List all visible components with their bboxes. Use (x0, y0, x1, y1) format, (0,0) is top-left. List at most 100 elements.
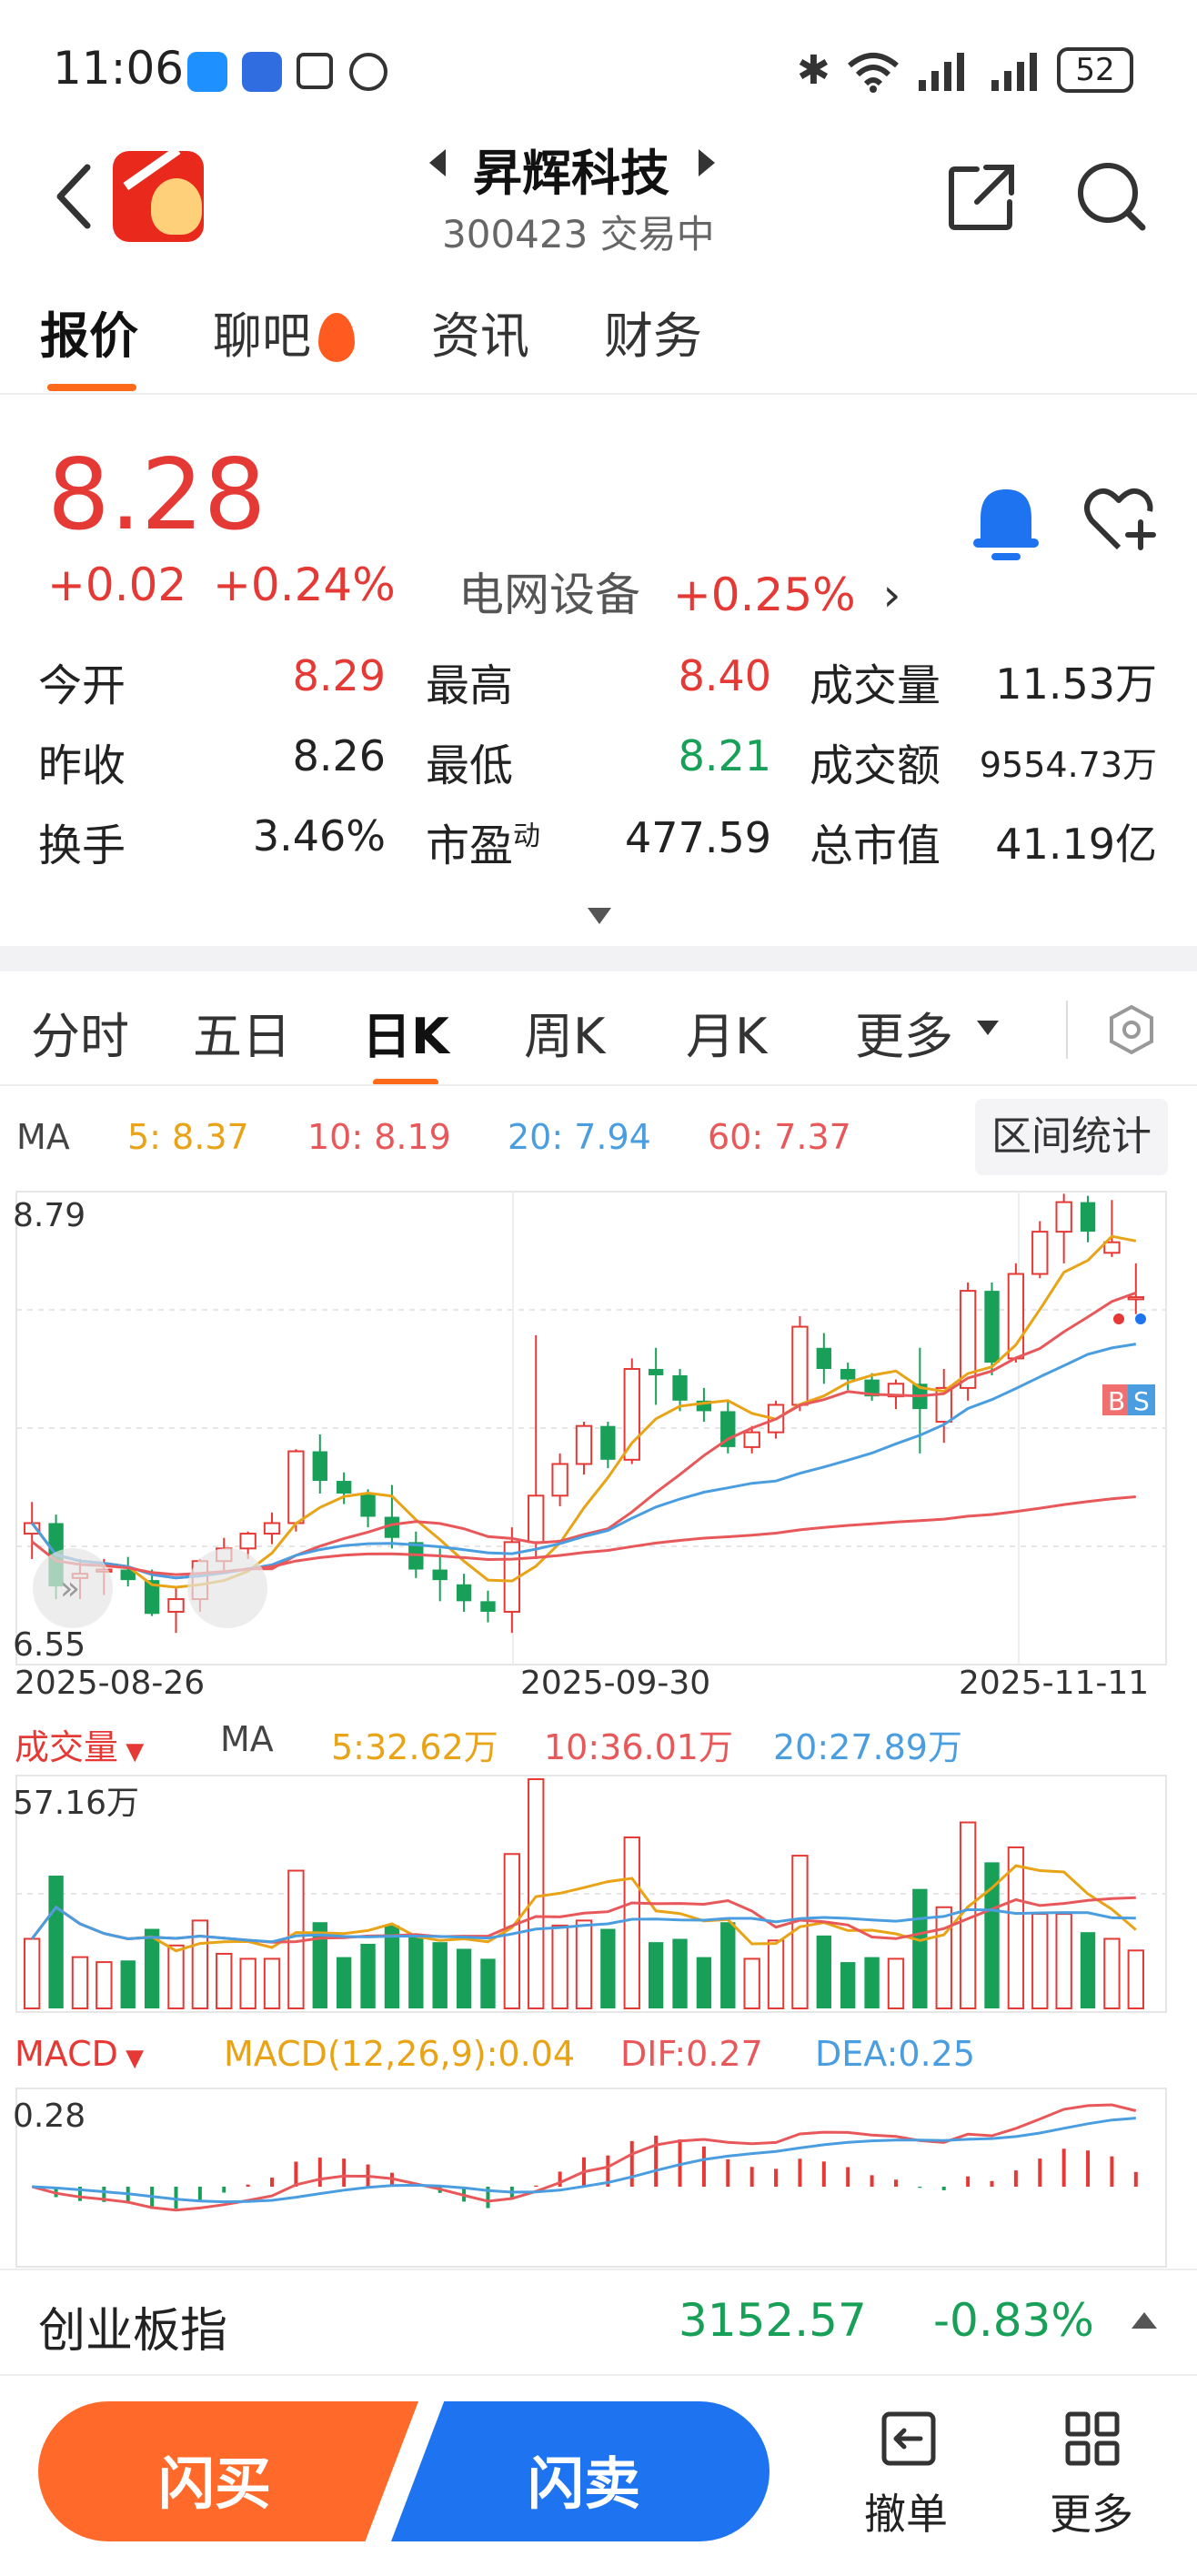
expand-chevron-icon[interactable] (588, 908, 611, 924)
sector-name: 电网设备 (458, 569, 640, 621)
more-grid-icon[interactable] (1064, 2410, 1121, 2467)
kline-ymin-label: 6.55 (13, 1626, 86, 1664)
volume-ma20: 20:27.89万 (773, 1727, 962, 1767)
volume-ma5: 5:32.62万 (331, 1727, 498, 1767)
index-name: 创业板指 (38, 2304, 228, 2359)
macd-title-text: MACD (15, 2034, 118, 2074)
shield-app-icon (242, 52, 282, 92)
volume-bar (1080, 1932, 1096, 2008)
macd-dif: DIF:0.27 (620, 2034, 763, 2074)
candle-body (743, 1431, 760, 1448)
price-change: +0.02 (47, 558, 187, 611)
scroll-right-handle[interactable] (187, 1548, 267, 1628)
volume-bar (696, 1957, 712, 2008)
tab-weekly-k[interactable]: 周K (524, 996, 605, 1068)
open-value: 8.29 (292, 651, 386, 700)
search-icon[interactable] (1075, 160, 1148, 233)
index-bar[interactable]: 创业板指 3152.57 -0.83% (0, 2269, 1197, 2376)
macd-title[interactable]: MACD ▼ (15, 2034, 144, 2074)
ma5-value: 5: 8.37 (127, 1117, 249, 1157)
bluetooth-icon: ✱ (797, 47, 830, 94)
ma60-value: 60: 7.37 (708, 1117, 851, 1157)
volume-label: 成交量 (810, 660, 941, 711)
more-actions-label[interactable]: 更多 (1050, 2481, 1133, 2541)
volume-chart[interactable]: 57.16万 (0, 1774, 1197, 2016)
candle-body (551, 1463, 568, 1497)
bell-icon[interactable] (968, 482, 1044, 564)
tab-news[interactable]: 资讯 (431, 291, 529, 382)
volume-bar (912, 1888, 928, 2008)
low-label: 最低 (426, 740, 514, 791)
chart-settings-icon[interactable] (1108, 1004, 1155, 1055)
tab-monthly-k[interactable]: 月K (686, 996, 767, 1068)
candle-body (791, 1325, 809, 1406)
candle-body (167, 1598, 185, 1613)
active-tab-indicator (47, 384, 136, 391)
kline-chart[interactable]: 8.79 6.55 » B S (0, 1182, 1197, 1710)
volume-bar (480, 1958, 496, 2008)
sector-pct: +0.25% (672, 569, 856, 621)
mcap-value: 41.19亿 (995, 820, 1157, 869)
next-stock-icon[interactable] (695, 149, 715, 176)
back-icon[interactable] (53, 162, 93, 231)
volume-bar (648, 1942, 664, 2008)
tab-more[interactable]: 更多 (855, 996, 953, 1068)
tab-quote[interactable]: 报价 (40, 291, 138, 382)
nfc-icon (297, 53, 333, 89)
candle-body (984, 1291, 1000, 1363)
volume-bar (191, 1919, 209, 2009)
volume-title[interactable]: 成交量 ▼ (15, 1719, 144, 1769)
buy-marker-dot (1113, 1313, 1124, 1324)
sector-link[interactable]: 电网设备 +0.25% › (458, 558, 901, 624)
stock-code-status: 300423 交易中 (442, 212, 715, 257)
stock-name: 昇辉科技 (473, 145, 669, 202)
tab-five-day[interactable]: 五日 (193, 996, 291, 1068)
signal-icon-2 (991, 53, 1037, 91)
prev-close-label: 昨收 (38, 740, 126, 791)
s-tag-text: S (1133, 1386, 1150, 1416)
candle-body (239, 1533, 256, 1550)
favorite-add-icon[interactable] (1082, 482, 1159, 555)
volume-bar (48, 1876, 64, 2008)
volume-bar (528, 1778, 545, 2009)
candle-body (287, 1450, 305, 1524)
candle-body (600, 1425, 616, 1460)
volume-bar (120, 1960, 136, 2008)
candle-body (623, 1368, 640, 1461)
range-stats-button[interactable]: 区间统计 (975, 1099, 1168, 1175)
index-expand-icon[interactable] (1132, 2312, 1157, 2329)
candle-body (1103, 1241, 1121, 1254)
tab-finance[interactable]: 财务 (604, 291, 702, 382)
tab-timeshare[interactable]: 分时 (31, 996, 129, 1068)
tab-daily-k[interactable]: 日K (362, 996, 449, 1068)
candle-body (1080, 1202, 1096, 1233)
volume-bar (887, 1957, 905, 2009)
candle-body (312, 1451, 327, 1482)
index-pct: -0.83% (933, 2294, 1094, 2347)
volume-ma10: 10:36.01万 (544, 1727, 733, 1767)
candle-body (480, 1601, 496, 1612)
pe-label-text: 市盈 (426, 820, 514, 871)
volume-title-text: 成交量 (15, 1727, 119, 1767)
current-price: 8.28 (47, 438, 267, 552)
volume-bar (360, 1943, 376, 2008)
cancel-order-icon[interactable] (880, 2410, 937, 2467)
candle-body (648, 1369, 664, 1375)
pe-label-sup: 动 (513, 820, 541, 852)
candle-body (456, 1584, 472, 1602)
volume-bar (551, 1924, 568, 2009)
volume-bar (575, 1919, 593, 2009)
double-chevron-icon: » (60, 1570, 80, 1607)
volume-bar (96, 1961, 113, 2009)
kline-tabs-border (0, 1084, 1197, 1086)
xaxis-label-start: 2025-08-26 (15, 1665, 206, 1702)
alarm-icon (349, 53, 387, 91)
chat-app-icon (187, 52, 227, 92)
candle-body (1055, 1201, 1072, 1233)
prev-stock-icon[interactable] (429, 149, 449, 176)
volume-bar (767, 1939, 785, 2009)
macd-chart[interactable]: 0.28 (0, 2087, 1197, 2269)
cancel-order-label[interactable]: 撤单 (864, 2481, 948, 2541)
share-icon[interactable] (946, 162, 1017, 233)
tab-forum[interactable]: 聊吧 (213, 291, 311, 382)
